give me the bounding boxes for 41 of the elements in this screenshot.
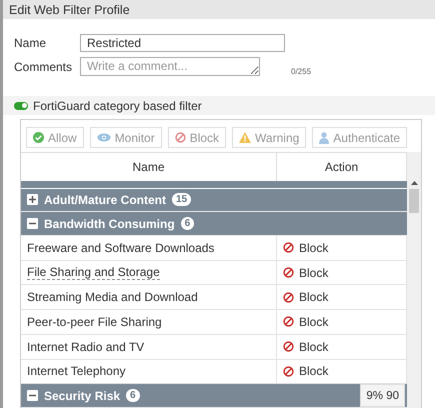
comments-field[interactable]: Write a comment... <box>80 57 260 76</box>
user-icon <box>319 132 330 144</box>
group-name: Security Risk <box>44 388 120 403</box>
ban-icon <box>283 267 294 278</box>
scrollbar[interactable] <box>407 152 421 408</box>
table-cell: File Sharing and Storage <box>21 260 277 284</box>
count-badge: 6 <box>180 217 194 230</box>
name-field[interactable]: Restricted <box>80 34 285 52</box>
window-title: Edit Web Filter Profile <box>3 0 435 19</box>
group-row[interactable]: Adult/Mature Content 15 <box>21 188 407 212</box>
toggle-label: FortiGuard category based filter <box>33 98 202 112</box>
scrollbar-thumb[interactable] <box>409 189 419 213</box>
ban-icon <box>283 292 294 303</box>
group-name: Adult/Mature Content <box>44 192 166 207</box>
group-name: Bandwidth Consuming <box>44 216 175 231</box>
field-label: Name <box>14 36 48 50</box>
count-badge: 6 <box>126 389 140 402</box>
table-cell: Internet Radio and TV <box>21 334 277 359</box>
collapse-icon[interactable] <box>27 390 38 402</box>
character-counter: 0/255 <box>291 67 312 76</box>
table-cell: Internet Telephony <box>21 360 277 384</box>
scroll-up-icon[interactable] <box>410 181 418 185</box>
zoom-badge: 9% 90 <box>360 384 405 408</box>
ban-icon <box>283 341 294 352</box>
ban-icon <box>174 132 186 143</box>
ban-icon <box>283 366 294 377</box>
group-row[interactable]: Bandwidth Consuming 6 <box>21 212 407 236</box>
table-cell: Streaming Media and Download <box>21 285 277 310</box>
ban-icon <box>283 242 294 254</box>
table-cell: Peer-to-peer File Sharing <box>21 310 277 334</box>
ban-icon <box>283 316 294 328</box>
collapse-icon[interactable] <box>27 218 38 230</box>
table-cell: Freeware and Software Downloads <box>21 236 277 260</box>
warning-icon <box>239 132 252 143</box>
check-circle-icon <box>33 132 44 143</box>
toggle-switch[interactable] <box>14 102 28 110</box>
group-row[interactable]: Security Risk 6 9% 90 <box>21 384 407 408</box>
eye-icon <box>96 133 111 142</box>
field-label: Comments <box>14 60 74 74</box>
expand-icon[interactable] <box>27 194 38 206</box>
count-badge: 15 <box>172 193 192 206</box>
